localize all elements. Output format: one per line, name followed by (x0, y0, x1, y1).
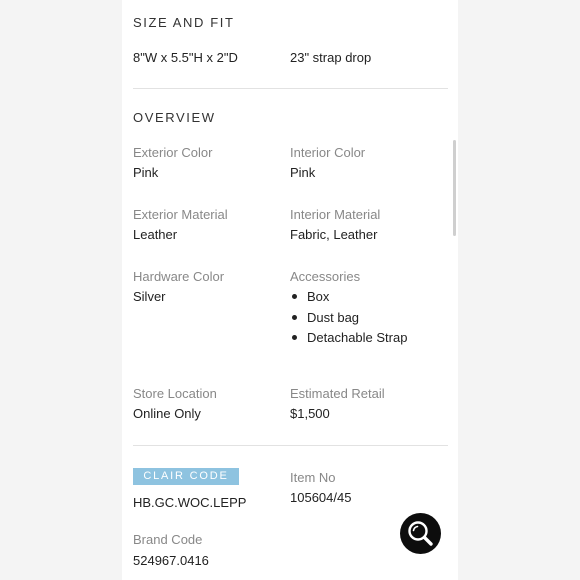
item-no-value: 105604/45 (290, 490, 352, 505)
interior-material-label: Interior Material (290, 207, 381, 222)
interior-material-value: Fabric, Leather (290, 227, 378, 242)
strap-drop-value: 23" strap drop (290, 50, 372, 65)
interior-color-value: Pink (290, 165, 316, 180)
search-button[interactable] (400, 513, 441, 554)
product-details-panel: SIZE AND FIT 8"W x 5.5"H x 2"D 23" strap… (122, 0, 458, 580)
hardware-color-label: Hardware Color (133, 269, 225, 284)
hardware-color-value: Silver (133, 289, 166, 304)
size-and-fit-heading: SIZE AND FIT (133, 15, 235, 30)
estimated-retail-value: $1,500 (290, 406, 330, 421)
interior-color-label: Interior Color (290, 145, 366, 160)
section-divider (133, 445, 448, 446)
brand-code-label: Brand Code (133, 532, 203, 547)
exterior-color-value: Pink (133, 165, 159, 180)
exterior-material-label: Exterior Material (133, 207, 228, 222)
dimensions-value: 8"W x 5.5"H x 2"D (133, 50, 238, 65)
exterior-material-value: Leather (133, 227, 178, 242)
accessory-item: Detachable Strap (290, 329, 407, 350)
clair-code-badge: CLAIR CODE (133, 468, 239, 485)
accessories-list: Box Dust bag Detachable Strap (290, 288, 407, 350)
clair-code-value: HB.GC.WOC.LEPP (133, 495, 247, 510)
brand-code-value: 524967.0416 (133, 553, 209, 568)
estimated-retail-label: Estimated Retail (290, 386, 385, 401)
store-location-value: Online Only (133, 406, 201, 421)
scrollbar-thumb[interactable] (453, 140, 456, 236)
item-no-label: Item No (290, 470, 336, 485)
exterior-color-label: Exterior Color (133, 145, 213, 160)
section-divider (133, 88, 448, 89)
accessory-item: Dust bag (290, 309, 407, 330)
overview-heading: OVERVIEW (133, 110, 216, 125)
accessories-label: Accessories (290, 269, 361, 284)
accessory-item: Box (290, 288, 407, 309)
search-icon (408, 521, 433, 546)
store-location-label: Store Location (133, 386, 217, 401)
